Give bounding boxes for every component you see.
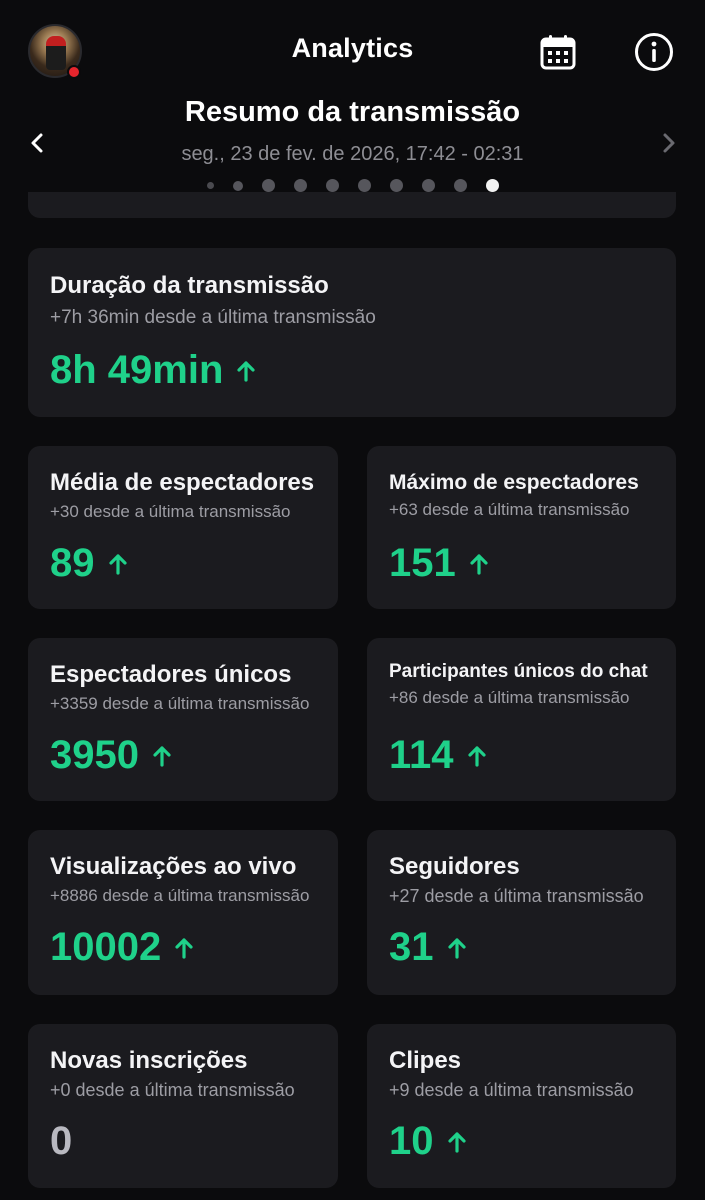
card-title: Média de espectadores: [50, 469, 315, 496]
page-dot[interactable]: [389, 179, 403, 192]
page-indicator: [0, 179, 705, 192]
value-text: 151: [389, 541, 456, 585]
card-subtitle: +27 desde a última transmissão: [389, 886, 644, 906]
card-subtitle: +0 desde a última transmissão: [50, 1080, 295, 1100]
value-text: 89: [50, 541, 95, 585]
trend-up-icon: [447, 1131, 466, 1153]
summary-title: Resumo da transmissão: [184, 96, 521, 128]
previous-card-edge: [28, 192, 676, 218]
page-dot[interactable]: [357, 179, 371, 192]
card-value: 10: [389, 1119, 466, 1164]
page-dot[interactable]: [293, 179, 307, 192]
page-dot[interactable]: [206, 182, 214, 189]
trend-up-icon: [175, 937, 193, 959]
max-viewers-card: Máximo de espectadores +63 desde a últim…: [367, 446, 676, 609]
value-text: 8h 49min: [50, 348, 224, 392]
page-dot[interactable]: [261, 179, 275, 192]
page-title: Analytics: [291, 33, 414, 63]
trend-up-icon: [467, 745, 486, 767]
card-subtitle: +86 desde a última transmissão: [389, 688, 630, 707]
page-dot[interactable]: [232, 180, 243, 191]
card-subtitle: +63 desde a última transmissão: [389, 500, 630, 519]
card-value: 31: [389, 925, 466, 970]
value-text: 114: [389, 733, 454, 777]
card-value: 89: [50, 541, 127, 586]
page-dot[interactable]: [325, 179, 339, 192]
value-text: 10002: [50, 925, 162, 969]
card-value: 114: [389, 733, 486, 778]
value-text: 3950: [50, 733, 139, 777]
card-title: Clipes: [389, 1047, 462, 1074]
info-button[interactable]: [634, 32, 674, 72]
info-icon: [635, 33, 673, 71]
app-header: Analytics: [0, 0, 705, 100]
live-status-dot: [67, 65, 81, 79]
card-subtitle: +30 desde a última transmissão: [50, 502, 291, 521]
value-text: 0: [50, 1119, 73, 1163]
next-stream-button[interactable]: [654, 128, 684, 158]
trend-up-icon: [470, 553, 488, 575]
card-subtitle: +9 desde a última transmissão: [389, 1080, 634, 1100]
card-subtitle: +7h 36min desde a última transmissão: [50, 307, 376, 328]
card-title: Seguidores: [389, 853, 520, 880]
card-title: Duração da transmissão: [50, 272, 329, 299]
stream-duration-card: Duração da transmissão +7h 36min desde a…: [28, 248, 676, 417]
followers-card: Seguidores +27 desde a última transmissã…: [367, 830, 676, 995]
unique-viewers-card: Espectadores únicos +3359 desde a última…: [28, 638, 338, 801]
calendar-icon: [540, 35, 576, 70]
live-views-card: Visualizações ao vivo +8886 desde a últi…: [28, 830, 338, 995]
new-subscriptions-card: Novas inscrições +0 desde a última trans…: [28, 1024, 338, 1188]
card-value: 10002: [50, 925, 193, 970]
card-title: Máximo de espectadores: [389, 471, 639, 494]
trend-up-icon: [447, 937, 466, 959]
calendar-button[interactable]: [538, 32, 578, 72]
card-subtitle: +3359 desde a última transmissão: [50, 694, 310, 713]
card-value: 151: [389, 541, 488, 586]
card-title: Novas inscrições: [50, 1047, 248, 1074]
page-dot-active[interactable]: [485, 179, 499, 192]
card-value: 0: [50, 1119, 72, 1164]
clips-card: Clipes +9 desde a última transmissão 10: [367, 1024, 676, 1188]
card-value: 8h 49min: [50, 348, 256, 393]
value-text: 31: [389, 925, 434, 969]
trend-up-icon: [108, 553, 127, 575]
page-dot[interactable]: [421, 179, 435, 192]
card-value: 3950: [50, 733, 171, 778]
unique-chatters-card: Participantes únicos do chat +86 desde a…: [367, 638, 676, 801]
avg-viewers-card: Média de espectadores +30 desde a última…: [28, 446, 338, 609]
card-title: Participantes únicos do chat: [389, 661, 648, 682]
trend-up-icon: [237, 360, 256, 382]
card-subtitle: +8886 desde a última transmissão: [50, 886, 310, 905]
card-title: Visualizações ao vivo: [50, 853, 297, 880]
card-title: Espectadores únicos: [50, 661, 292, 688]
value-text: 10: [389, 1119, 434, 1163]
trend-up-icon: [153, 745, 171, 767]
summary-date-range: seg., 23 de fev. de 2026, 17:42 - 02:31: [181, 143, 524, 165]
page-dot[interactable]: [453, 179, 467, 192]
chevron-right-icon: [663, 133, 675, 153]
